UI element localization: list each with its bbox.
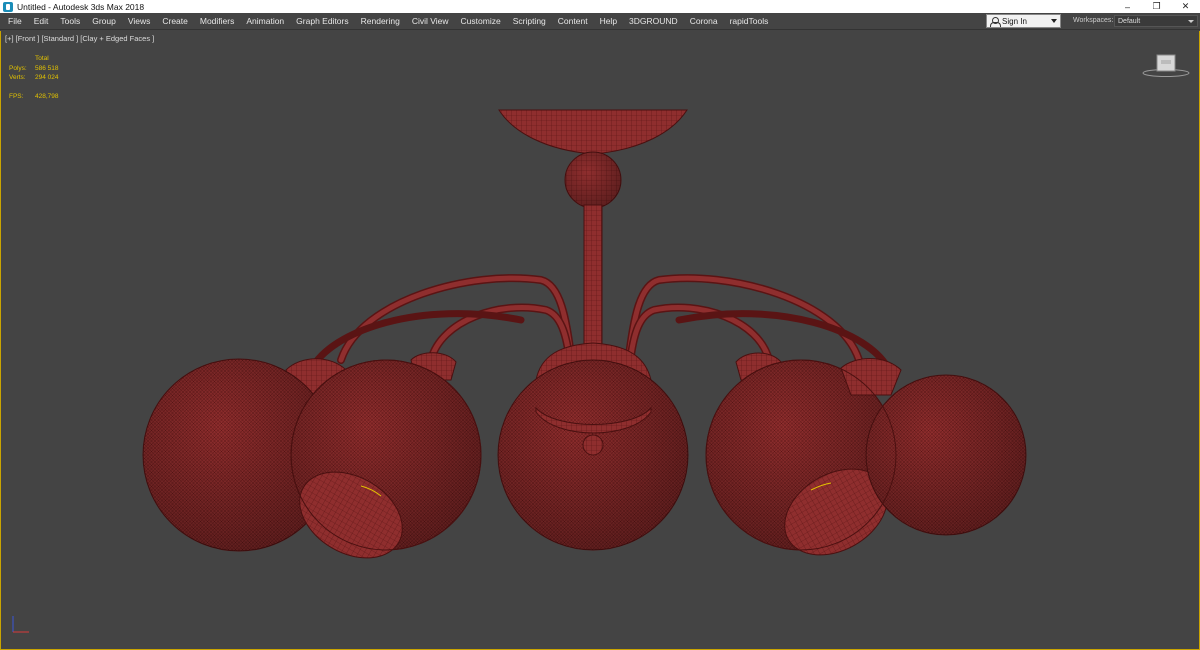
menu-content[interactable]: Content — [552, 16, 594, 26]
menu-3dground[interactable]: 3DGROUND — [623, 16, 684, 26]
stem — [583, 204, 603, 356]
menu-corona[interactable]: Corona — [684, 16, 724, 26]
menu-help[interactable]: Help — [594, 16, 623, 26]
menu-scripting[interactable]: Scripting — [507, 16, 552, 26]
fps-value: 428,798 — [35, 93, 59, 101]
window-controls: – ❐ ✕ — [1113, 0, 1200, 13]
front-viewport[interactable]: [+] [Front ] [Standard ] [Clay + Edged F… — [0, 31, 1200, 650]
sign-in-dropdown[interactable]: Sign In — [986, 14, 1061, 28]
menu-civil-view[interactable]: Civil View — [406, 16, 455, 26]
canopy — [498, 109, 688, 155]
close-button[interactable]: ✕ — [1171, 0, 1200, 13]
title-bar: Untitled - Autodesk 3ds Max 2018 – ❐ ✕ — [0, 0, 1200, 13]
menu-views[interactable]: Views — [122, 16, 157, 26]
window-title: Untitled - Autodesk 3ds Max 2018 — [17, 1, 145, 12]
workspaces-value: Default — [1118, 17, 1141, 25]
menu-create[interactable]: Create — [156, 16, 194, 26]
chevron-down-icon — [1188, 20, 1194, 23]
stats-header: Total — [35, 55, 49, 62]
minimize-button[interactable]: – — [1113, 0, 1142, 13]
menu-graph-editors[interactable]: Graph Editors — [290, 16, 354, 26]
workspaces-select[interactable]: Default — [1114, 15, 1198, 27]
fps-label: FPS: — [9, 93, 24, 101]
statistics-overlay: Total Polys: 586 518 Verts: 294 024 FPS: 42… — [9, 54, 59, 102]
chevron-down-icon — [1051, 19, 1057, 23]
verts-label: Verts: — [9, 74, 26, 82]
menu-customize[interactable]: Customize — [455, 16, 507, 26]
polys-label: Polys: — [9, 64, 27, 72]
menu-animation[interactable]: Animation — [240, 16, 290, 26]
globe-center — [497, 359, 689, 551]
menu-rendering[interactable]: Rendering — [355, 16, 406, 26]
chandelier-model — [142, 109, 1027, 559]
sign-in-label: Sign In — [1002, 16, 1027, 26]
viewcube-icon[interactable] — [1142, 52, 1190, 78]
verts-value: 294 024 — [35, 74, 59, 82]
workspaces-label: Workspaces: — [1073, 17, 1114, 24]
polys-value: 586 518 — [35, 64, 59, 72]
menu-rapidtools[interactable]: rapidTools — [724, 16, 775, 26]
viewport-label[interactable]: [+] [Front ] [Standard ] [Clay + Edged F… — [5, 34, 154, 43]
menu-file[interactable]: File — [0, 16, 28, 26]
app-icon — [3, 1, 13, 12]
menu-tools[interactable]: Tools — [54, 16, 86, 26]
menu-modifiers[interactable]: Modifiers — [194, 16, 240, 26]
axis-tripod-icon — [12, 616, 29, 633]
user-icon — [990, 16, 1001, 27]
menu-group[interactable]: Group — [86, 16, 122, 26]
restore-button[interactable]: ❐ — [1142, 0, 1171, 13]
menu-edit[interactable]: Edit — [28, 16, 55, 26]
